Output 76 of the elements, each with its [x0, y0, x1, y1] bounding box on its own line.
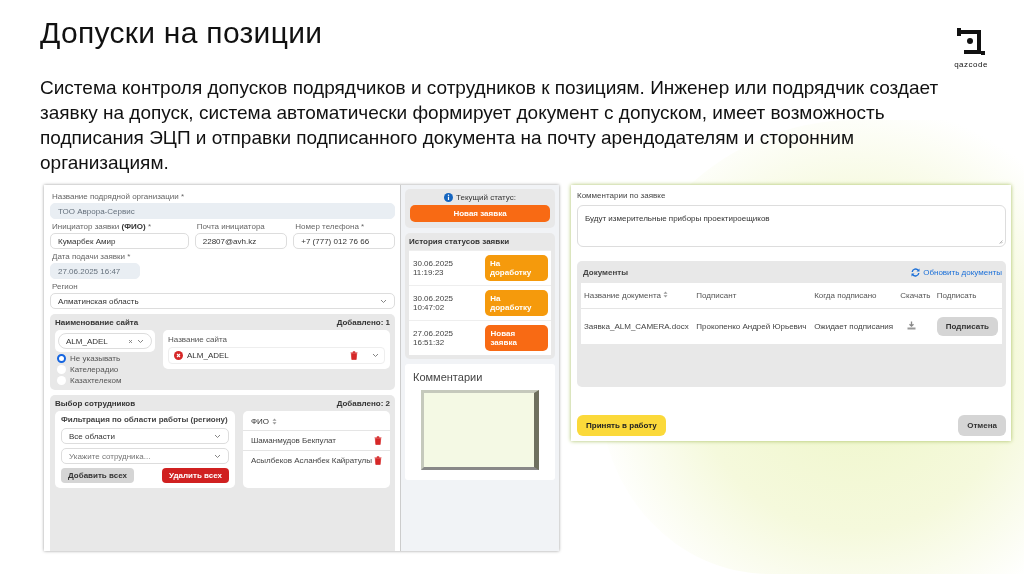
field-label: Комментарии по заявке: [577, 191, 667, 200]
region-select[interactable]: Все области: [61, 428, 229, 444]
radio-label: Не указывать: [70, 354, 121, 363]
comment-field[interactable]: Будут измерительные приборы проектироещиков: [577, 205, 1006, 247]
column-header: Подписант: [696, 291, 737, 300]
logo-text: qazcode: [954, 60, 988, 69]
field-label: Дата подачи заявки *: [52, 252, 132, 261]
employee-select[interactable]: Укажите сотрудника...: [61, 448, 229, 464]
chevron-down-icon[interactable]: [214, 453, 221, 459]
column-header: Название сайта: [168, 335, 228, 344]
input-field[interactable]: 22807@avh.kz: [194, 233, 288, 249]
field-label: Регион: [52, 282, 79, 291]
remove-icon[interactable]: [174, 351, 183, 360]
employee-name: Шаманмудов Бекпулат: [251, 436, 337, 445]
section-title: Документы: [583, 268, 628, 277]
field-label: Инициатор заявки (ФИО)*: [52, 222, 153, 231]
remove-all-button[interactable]: Удалить всех: [161, 468, 229, 483]
chevron-down-icon[interactable]: [214, 433, 221, 439]
radio-button[interactable]: [57, 354, 66, 363]
info-icon: [444, 193, 453, 202]
field-label: Название подрядной организации *: [52, 192, 186, 201]
input-field: ТОО Аврора-Сервис: [50, 203, 395, 219]
section-title: Выбор сотрудников: [55, 399, 136, 408]
history-date: 30.06.2025 11:19:23: [413, 259, 455, 277]
input-field[interactable]: Кумарбек Амир: [50, 233, 189, 249]
section-title: Наименование сайта: [55, 318, 139, 327]
column-header: Подписать: [936, 291, 977, 300]
accept-button[interactable]: Принять в работу: [577, 415, 666, 436]
trash-icon[interactable]: [374, 436, 382, 445]
radio-label: Казахтелеком: [70, 376, 122, 385]
status-badge: На доработку: [485, 290, 548, 316]
trash-icon[interactable]: [374, 456, 382, 465]
history-title: История статусов заявки: [409, 237, 511, 246]
add-all-button[interactable]: Добавить всех: [61, 468, 134, 483]
chevron-down-icon[interactable]: [137, 338, 144, 344]
cancel-button[interactable]: Отмена: [958, 415, 1006, 436]
field-label: Номер телефона *: [295, 222, 366, 231]
region-select[interactable]: Алматинская область: [50, 293, 395, 309]
clear-icon[interactable]: [128, 338, 133, 344]
comments-title: Комментарии: [413, 371, 484, 383]
table-cell: Прокопенко Андрей Юрьевич: [693, 308, 812, 344]
status-label: Текущий статус:: [456, 193, 516, 202]
table-cell: Ожидает подписания: [811, 308, 898, 344]
sort-icon[interactable]: [272, 418, 278, 425]
added-count: Добавлено: 2: [336, 399, 390, 408]
sign-button[interactable]: Подписать: [936, 317, 998, 336]
filter-label: Фильтрация по области работы (региону): [61, 415, 229, 424]
status-badge: Новая заявка: [410, 205, 550, 222]
field-label: Почта инициатора: [196, 222, 266, 231]
slide-description: Система контроля допусков подрядчиков и сотрудников к позициям. Инженер или подрядчик создает заявку на допуск, система автоматически формирует документ с допуском, имеет возможность подписания ЭЦП и отправки подписанного документа на почту арендодателям и сторонним организациям.: [40, 76, 940, 175]
refresh-link[interactable]: Обновить документы: [911, 268, 1002, 277]
added-count: Добавлено: 1: [336, 318, 390, 327]
comment-area[interactable]: [421, 390, 539, 470]
status-badge: Новая заявка: [485, 325, 548, 351]
slide-title: Допуски на позиции: [40, 16, 323, 51]
employee-name: Асылбеков Асланбек Кайратулы: [251, 456, 373, 465]
input-field[interactable]: +7 (777) 012 76 66: [293, 233, 395, 249]
chevron-down-icon[interactable]: [380, 298, 387, 304]
sort-icon[interactable]: [663, 291, 669, 298]
input-field: 27.06.2025 16:47: [50, 263, 140, 279]
trash-icon[interactable]: [350, 351, 358, 360]
download-icon[interactable]: [907, 321, 917, 330]
column-header: ФИО: [251, 417, 270, 426]
site-name: ALM_ADEL: [187, 351, 230, 360]
radio-label: Кателерадио: [70, 365, 119, 374]
history-date: 30.06.2025 10:47:02: [413, 294, 455, 312]
chevron-down-icon[interactable]: [372, 353, 379, 358]
column-header: Скачать: [900, 291, 931, 300]
table-cell: Заявка_ALM_CAMERA.docx: [581, 308, 694, 344]
status-badge: На доработку: [484, 255, 548, 281]
site-select[interactable]: ALM_ADEL: [58, 333, 152, 349]
refresh-icon[interactable]: [911, 268, 921, 277]
resize-handle-icon[interactable]: [999, 240, 1003, 244]
history-date: 27.06.2025 16:51:32: [413, 329, 455, 347]
column-header[interactable]: Название документа: [584, 291, 661, 300]
column-header: Когда подписано: [814, 291, 877, 300]
